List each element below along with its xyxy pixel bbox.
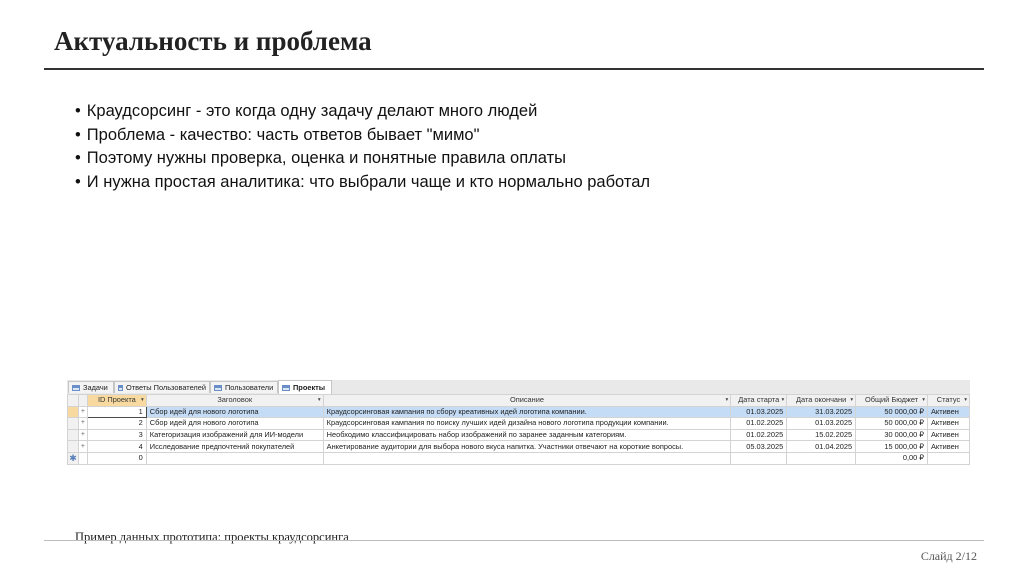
bullet-item: Поэтому нужны проверка, оценка и понятны… [75,147,650,171]
cell-status[interactable]: Активен [926,417,971,430]
cell-start-date[interactable]: 05.03.2025 [730,440,788,453]
new-record-row[interactable]: ✱ 0 0,00 ₽ [67,451,971,465]
table-icon [282,384,290,391]
tab-label: Задачи [83,383,108,392]
object-tab-strip: Задачи Ответы Пользователей Пользователи… [67,380,970,395]
cell-title[interactable] [145,451,324,465]
sort-dropdown-icon[interactable]: ▾ [141,395,144,405]
tab-users[interactable]: Пользователи [210,381,278,393]
cell-start-date[interactable]: 01.03.2025 [730,405,788,419]
cell-status[interactable]: Активен [926,440,971,453]
cell-start-date[interactable] [730,451,788,465]
column-header-label: Дата окончани [796,395,847,405]
cell-id[interactable]: 2 [86,417,147,430]
column-header-status[interactable]: Статус ▾ [926,394,971,407]
slide-number: Слайд 2/12 [920,549,977,563]
cell-end-date[interactable]: 01.03.2025 [786,417,857,430]
cell-status[interactable] [926,451,971,465]
cell-description[interactable]: Краудсорсинговая кампания по поиску лучш… [322,417,732,430]
sort-dropdown-icon[interactable]: ▾ [781,395,784,405]
table-icon [72,384,80,391]
sort-dropdown-icon[interactable]: ▾ [726,395,729,405]
expand-icon[interactable]: + [77,440,88,453]
table-row[interactable]: + 3 Категоризация изображений для ИИ-мод… [67,428,971,442]
column-header-label: Заголовок [217,395,253,405]
tab-label: Ответы Пользователей [126,383,206,392]
column-header-label: Статус [936,395,961,405]
cell-status[interactable]: Активен [926,405,971,419]
cell-id[interactable]: 1 [86,405,147,419]
projects-datasheet: ID Проекта ▾ Заголовок ▾ Описание ▾ Дата ст… [67,394,971,465]
access-datasheet-screenshot: Задачи Ответы Пользователей Пользователи… [67,380,971,467]
column-header-end-date[interactable]: Дата окончани ▾ [786,394,857,407]
cell-id[interactable]: 3 [86,428,147,442]
cell-id[interactable]: 0 [86,451,147,465]
new-record-icon[interactable]: ✱ [67,451,79,465]
tab-projects[interactable]: Проекты [278,380,332,394]
cell-title[interactable]: Сбор идей для нового логотипа [145,405,324,419]
cell-start-date[interactable]: 01.02.2025 [730,417,788,430]
table-icon [118,384,124,391]
column-header-label: Дата старта [738,395,780,405]
cell-start-date[interactable]: 01.02.2025 [730,428,788,442]
cell-budget[interactable]: 30 000,00 ₽ [855,428,928,442]
tab-user-answers[interactable]: Ответы Пользователей [114,381,210,393]
sort-dropdown-icon[interactable]: ▾ [318,395,321,405]
expand-icon[interactable]: + [77,428,88,442]
select-all-cell[interactable] [67,394,79,407]
cell-title[interactable]: Категоризация изображений для ИИ-модели [145,428,324,442]
sort-dropdown-icon[interactable]: ▾ [922,395,925,405]
cell-end-date[interactable]: 15.02.2025 [786,428,857,442]
cell-budget[interactable]: 15 000,00 ₽ [855,440,928,453]
title-divider [44,68,984,70]
slide-title: Актуальность и проблема [54,26,372,56]
tab-label: Проекты [293,383,326,392]
footer-divider [44,540,984,541]
column-header-row: ID Проекта ▾ Заголовок ▾ Описание ▾ Дата ст… [67,394,971,407]
table-row[interactable]: + 4 Исследование предпочтений покупателе… [67,440,971,453]
table-row[interactable]: + 2 Сбор идей для нового логотипа Краудс… [67,417,971,430]
tab-tasks[interactable]: Задачи [68,381,114,393]
bullet-list: Краудсорсинг - это когда одну задачу дел… [75,100,650,194]
table-row[interactable]: + 1 Сбор идей для нового логотипа Краудс… [67,405,971,419]
cell-budget[interactable]: 50 000,00 ₽ [855,417,928,430]
column-header-title[interactable]: Заголовок ▾ [145,394,324,407]
column-header-budget[interactable]: Общий Бюджет ▾ [855,394,928,407]
bullet-item: И нужна простая аналитика: что выбрали ч… [75,171,650,195]
sort-dropdown-icon[interactable]: ▾ [964,395,967,405]
column-header-description[interactable]: Описание ▾ [322,394,732,407]
cell-description[interactable]: Анкетирование аудитории для выбора новог… [322,440,732,453]
record-selector[interactable] [67,405,79,419]
cell-budget[interactable]: 50 000,00 ₽ [855,405,928,419]
bullet-item: Краудсорсинг - это когда одну задачу дел… [75,100,650,124]
cell-end-date[interactable]: 01.04.2025 [786,440,857,453]
tab-label: Пользователи [225,383,274,392]
record-selector[interactable] [67,428,79,442]
cell-title[interactable]: Исследование предпочтений покупателей [145,440,324,453]
column-header-start-date[interactable]: Дата старта ▾ [730,394,788,407]
cell-end-date[interactable]: 31.03.2025 [786,405,857,419]
record-selector[interactable] [67,440,79,453]
column-header-id[interactable]: ID Проекта ▾ [86,394,147,407]
bullet-item: Проблема - качество: часть ответов бывае… [75,124,650,148]
cell-id[interactable]: 4 [86,440,147,453]
cell-description[interactable]: Краудсорсинговая кампания по сбору креат… [322,405,732,419]
expand-cell [77,451,88,465]
column-header-label: Описание [509,395,544,405]
expand-icon[interactable]: + [77,405,88,419]
expand-icon[interactable]: + [77,417,88,430]
expand-header-cell [77,394,88,407]
cell-end-date[interactable] [786,451,857,465]
cell-budget[interactable]: 0,00 ₽ [855,451,928,465]
cell-description[interactable]: Необходимо классифицировать набор изобра… [322,428,732,442]
slide-caption: Пример данных прототипа: проекты краудсо… [75,530,349,544]
sort-dropdown-icon[interactable]: ▾ [850,395,853,405]
table-icon [214,384,222,391]
cell-status[interactable]: Активен [926,428,971,442]
record-selector[interactable] [67,417,79,430]
column-header-label: ID Проекта [97,395,136,405]
column-header-label: Общий Бюджет [864,395,919,405]
cell-title[interactable]: Сбор идей для нового логотипа [145,417,324,430]
cell-description[interactable] [322,451,732,465]
